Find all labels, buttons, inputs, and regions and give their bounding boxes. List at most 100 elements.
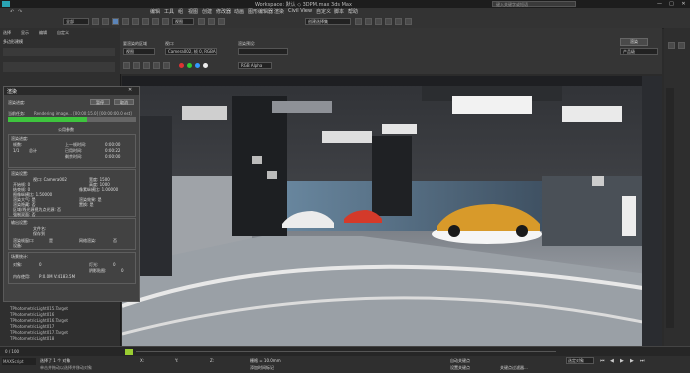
menu-group[interactable]: 组 (178, 8, 183, 15)
blue-channel-icon[interactable] (195, 63, 200, 68)
playback-controls: ⏮ ◀ ▶ ▶ ⏭ (600, 358, 686, 365)
render-button[interactable]: 渲染 (620, 38, 648, 46)
list-item[interactable]: TPhotometricLight018 (10, 336, 54, 341)
menu-tools[interactable]: 工具 (164, 8, 174, 15)
play-icon[interactable]: ▶ (620, 358, 624, 364)
area-label: 要渲染的区域 (123, 41, 147, 46)
dialog-header: 渲染 ✕ (4, 87, 139, 95)
move-icon[interactable] (132, 18, 139, 25)
window-title: Workspace: 默认 ◇ 3DPM.max 3ds Max (255, 2, 352, 8)
rectangle-selection-icon[interactable] (112, 18, 119, 25)
align-icon[interactable] (365, 18, 372, 25)
status-header: 渲染进度: (8, 100, 26, 105)
close-button[interactable]: ✕ (679, 1, 688, 7)
app-logo-icon[interactable] (2, 1, 10, 7)
named-selection-set-dropdown[interactable]: 创建选择集 (305, 18, 351, 25)
snap-icon[interactable] (208, 18, 215, 25)
curve-editor-icon[interactable] (385, 18, 392, 25)
placement-icon[interactable] (162, 18, 169, 25)
mirror-icon[interactable] (355, 18, 362, 25)
remaining-label: 剩余时间: (65, 154, 83, 159)
menu-rendering[interactable]: 渲染 (274, 8, 284, 15)
undo-icon[interactable]: ↶ (10, 9, 14, 15)
menu-modifiers[interactable]: 修改器 (216, 8, 231, 15)
window-crossing-icon[interactable] (122, 18, 129, 25)
render-viewport[interactable] (122, 76, 662, 348)
rotate-icon[interactable] (142, 18, 149, 25)
menu-views[interactable]: 视图 (188, 8, 198, 15)
scale-icon[interactable] (152, 18, 159, 25)
frame-value: 1/1 (13, 148, 20, 153)
scene-tree: TPhotometricLight015.Target TPhotometric… (0, 306, 120, 344)
selection-filter-dropdown[interactable]: 全部 (63, 18, 89, 25)
render-setup-icon[interactable] (405, 18, 412, 25)
tab-display[interactable]: 显示 (21, 30, 29, 36)
next-frame-icon[interactable]: ▶ (630, 358, 634, 364)
menu-edit[interactable]: 编辑 (150, 8, 160, 15)
material-editor-icon[interactable] (395, 18, 402, 25)
print-icon[interactable] (153, 62, 160, 69)
search-input[interactable]: 键入关键字或短语 (492, 1, 576, 7)
list-item[interactable]: TPhotometricLight016.Target (10, 318, 68, 323)
title-bar: Workspace: 默认 ◇ 3DPM.max 3ds Max 键入关键字或短… (0, 0, 690, 8)
menu-create[interactable]: 创建 (202, 8, 212, 15)
objects-value: 0 (39, 262, 42, 267)
modify-icon[interactable] (678, 42, 685, 49)
clear-icon[interactable] (163, 62, 170, 69)
undo-redo-group: ↶ ↷ (10, 9, 70, 16)
goto-start-icon[interactable]: ⏮ (600, 358, 605, 364)
copy-image-icon[interactable] (133, 62, 140, 69)
green-channel-icon[interactable] (187, 63, 192, 68)
red-channel-icon[interactable] (179, 63, 184, 68)
save-image-icon[interactable] (123, 62, 130, 69)
menu-animation[interactable]: 动画 (234, 8, 244, 15)
add-time-tag[interactable]: 添加时间标记 (250, 365, 274, 371)
set-key-button[interactable]: 设置关键点 (450, 365, 470, 371)
list-item[interactable]: TPhotometricLight016 (10, 312, 54, 317)
tab-edit[interactable]: 编辑 (39, 30, 47, 36)
tab-select[interactable]: 选择 (3, 30, 11, 36)
angle-snap-icon[interactable] (218, 18, 225, 25)
list-item[interactable]: TPhotometricLight017 (10, 324, 54, 329)
channel-dropdown[interactable]: RGB Alpha (238, 62, 272, 69)
pivot-icon[interactable] (198, 18, 205, 25)
auto-key-button[interactable]: 自动关键点 (450, 358, 470, 364)
net-render-label: 网络渲染: (79, 238, 97, 243)
preset-dropdown[interactable] (238, 48, 288, 55)
clone-window-icon[interactable] (143, 62, 150, 69)
dialog-close-icon[interactable]: ✕ (128, 87, 132, 93)
area-dropdown[interactable]: 视图 (123, 48, 155, 55)
goto-end-icon[interactable]: ⏭ (640, 358, 645, 364)
time-slider-thumb[interactable] (125, 349, 133, 355)
select-icon[interactable] (92, 18, 99, 25)
viewport-dropdown[interactable]: Camera002, 帧 0, RGBA Color 16 Bits/Chann… (165, 48, 217, 55)
vertical-scrollbar[interactable] (666, 88, 674, 328)
cancel-button[interactable]: 取消 (114, 99, 134, 105)
list-item[interactable]: TPhotometricLight017.Target (10, 330, 68, 335)
create-icon[interactable] (668, 42, 675, 49)
layer-icon[interactable] (375, 18, 382, 25)
minimize-button[interactable]: — (655, 1, 664, 7)
key-mode-dropdown[interactable]: 选定对象 (566, 357, 594, 364)
maximize-button[interactable]: □ (667, 1, 676, 7)
menu-customize[interactable]: 自定义 (316, 8, 331, 15)
reference-coord-dropdown[interactable]: 视图 (172, 18, 194, 25)
menu-help[interactable]: 帮助 (348, 8, 358, 15)
tab-customize[interactable]: 自定义 (57, 30, 69, 36)
memory-label: 内存使用: (13, 274, 31, 279)
prev-frame-icon[interactable]: ◀ (610, 358, 614, 364)
menu-graph-editors[interactable]: 图形编辑器 (248, 8, 273, 15)
file-value: 保存到 (33, 231, 45, 236)
memory-value: P:0.0M V:4183.5M (39, 274, 76, 279)
alpha-channel-icon[interactable] (203, 63, 208, 68)
pause-button[interactable]: 暂停 (90, 99, 110, 105)
menu-scripting[interactable]: 脚本 (334, 8, 344, 15)
displacement-info: 置换: 是 (79, 202, 94, 207)
key-filters-button[interactable]: 关键点过滤器... (500, 365, 528, 371)
list-item[interactable]: TPhotometricLight015.Target (10, 306, 68, 311)
maxscript-listener[interactable]: MAXScript (2, 358, 36, 365)
redo-icon[interactable]: ↷ (18, 9, 22, 15)
menu-civil-view[interactable]: Civil View (288, 8, 312, 14)
renderer-dropdown[interactable]: 产品级 (620, 48, 658, 55)
select-by-name-icon[interactable] (102, 18, 109, 25)
